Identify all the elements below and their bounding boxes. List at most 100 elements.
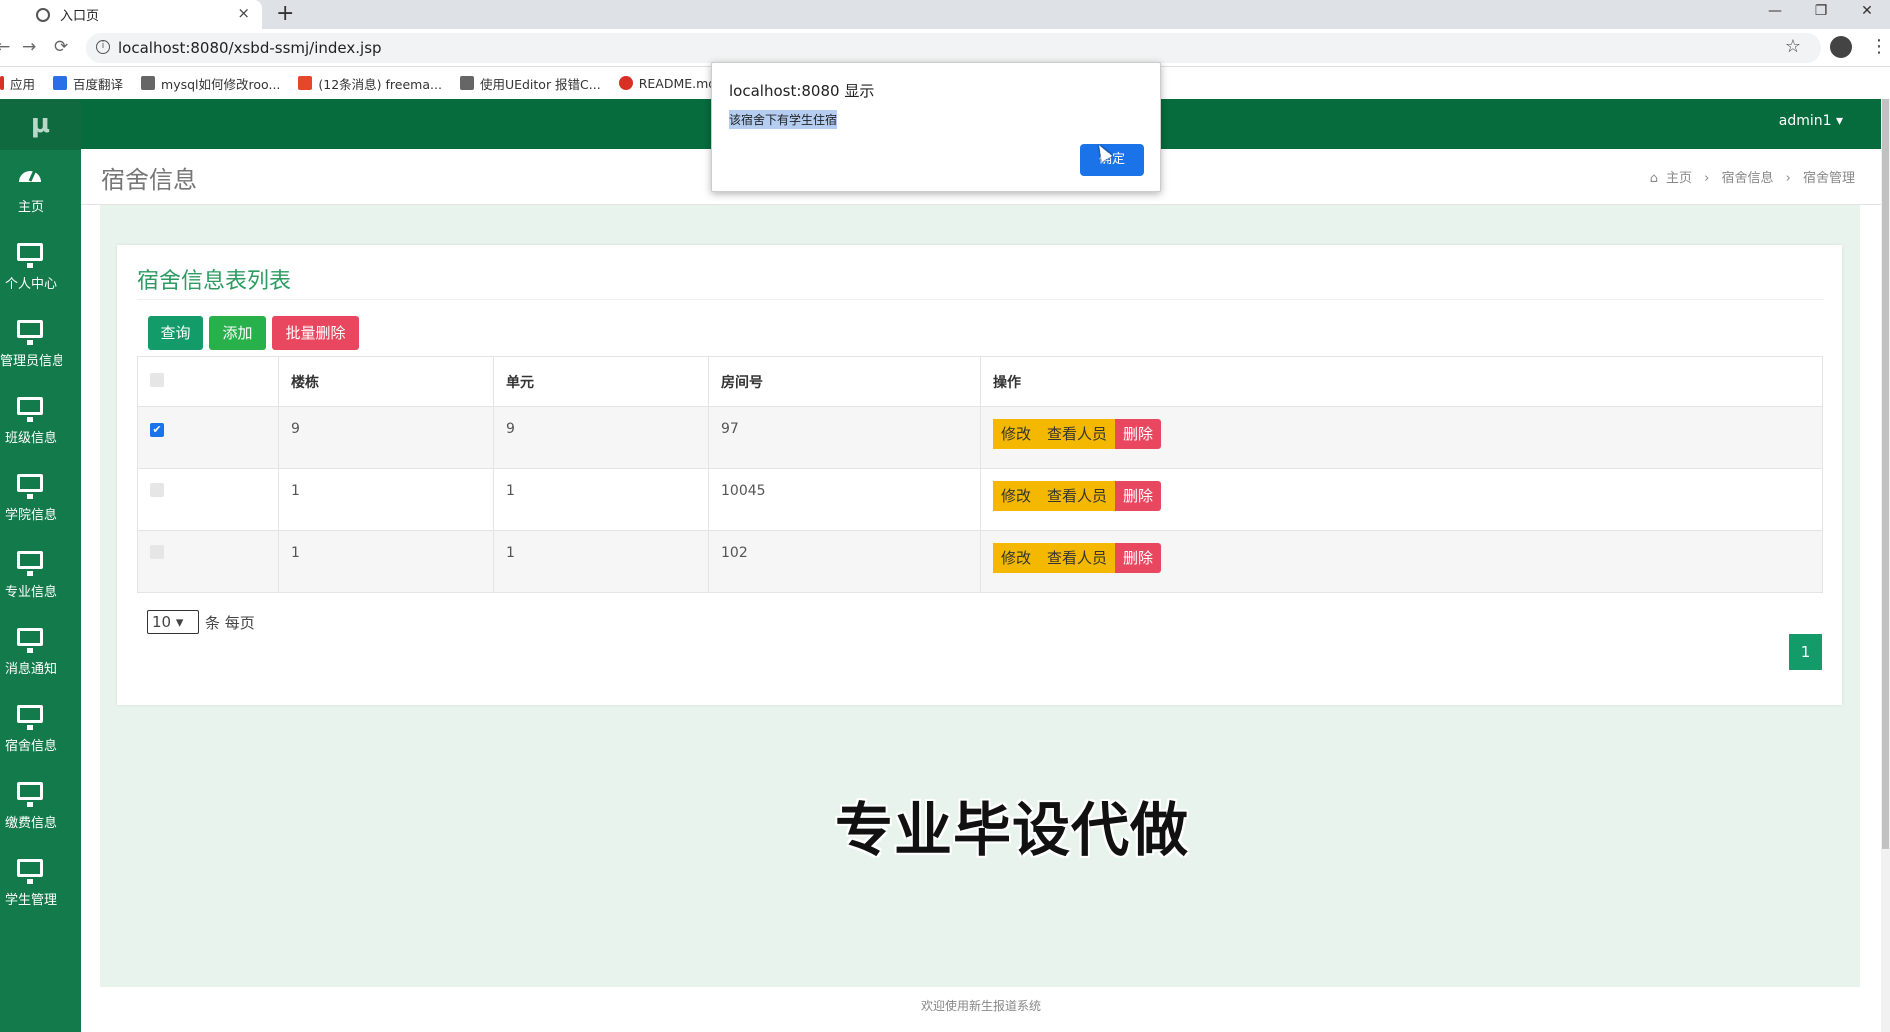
room-cell: 102	[708, 530, 981, 593]
logo[interactable]: μ	[0, 99, 81, 150]
row-checkbox[interactable]	[150, 545, 164, 559]
sidebar-item-profile[interactable]: 个人中心	[0, 227, 81, 304]
site-info-icon[interactable]: i	[96, 40, 110, 54]
sidebar-item-label: 学院信息	[4, 508, 57, 523]
page-size-control: 10 ▾ 条 每页	[147, 610, 255, 634]
bookmark-ueditor[interactable]: 使用UEditor 报错C...	[459, 74, 601, 93]
breadcrumb-dorm-info[interactable]: 宿舍信息	[1721, 171, 1773, 186]
dialog-ok-button[interactable]: 确定	[1080, 144, 1144, 176]
row-checkbox[interactable]	[150, 483, 164, 497]
bookmark-readme[interactable]: README.md ·	[618, 76, 724, 91]
bookmark-star-icon[interactable]: ☆	[1785, 36, 1801, 57]
sidebar-item-notices[interactable]: 消息通知	[0, 612, 81, 689]
delete-button[interactable]: 删除	[1115, 543, 1162, 573]
sidebar-item-label: 班级信息	[4, 431, 57, 446]
breadcrumb-dorm-manage: 宿舍管理	[1802, 171, 1855, 186]
sidebar-item-colleges[interactable]: 学院信息	[0, 458, 81, 535]
browser-tab[interactable]: 入口页 ×	[0, 0, 262, 29]
row-actions: 修改 查看人员 删除	[993, 543, 1822, 573]
page-size-select[interactable]: 10 ▾	[147, 610, 199, 634]
sidebar-item-label: 学生管理	[4, 893, 57, 908]
url-text[interactable]: localhost:8080/xsbd-ssmj/index.jsp	[118, 39, 382, 57]
bookmark-apps[interactable]: 应用	[0, 74, 35, 93]
add-button[interactable]: 添加	[209, 316, 266, 350]
monitor-icon	[17, 397, 43, 422]
column-header: 单元	[493, 356, 709, 407]
sidebar-item-fees[interactable]: 缴费信息	[0, 766, 81, 843]
monitor-icon	[17, 705, 43, 730]
forward-icon[interactable]: →	[22, 37, 36, 57]
delete-button[interactable]: 删除	[1115, 419, 1162, 449]
query-button[interactable]: 查询	[148, 316, 203, 350]
profile-avatar-icon[interactable]	[1830, 36, 1852, 58]
breadcrumb: ⌂ 主页 › 宿舍信息 › 宿舍管理	[1646, 167, 1859, 186]
bookmark-csdn[interactable]: (12条消息) freema...	[298, 74, 442, 93]
sidebar-item-dorms[interactable]: 宿舍信息	[0, 689, 81, 766]
building-cell: 1	[278, 530, 494, 593]
edit-button[interactable]: 修改	[993, 481, 1040, 511]
tab-title: 入口页	[60, 9, 100, 24]
csdn-icon	[298, 76, 313, 90]
new-tab-icon[interactable]: +	[276, 1, 294, 26]
monitor-icon	[17, 782, 43, 807]
view-residents-button[interactable]: 查看人员	[1039, 481, 1116, 511]
bookmark-mysql[interactable]: mysql如何修改roo...	[141, 74, 280, 93]
sidebar-item-label: 专业信息	[4, 585, 57, 600]
sidebar-item-students[interactable]: 学生管理	[0, 843, 81, 920]
minimize-icon[interactable]: —	[1752, 0, 1798, 29]
translate-icon	[53, 76, 68, 90]
bookmark-baidu-translate[interactable]: 百度翻译	[53, 74, 123, 93]
sidebar-item-home[interactable]: 主页	[0, 150, 81, 227]
sidebar-item-label: 消息通知	[4, 662, 57, 677]
url-input[interactable]: i localhost:8080/xsbd-ssmj/index.jsp ☆	[86, 33, 1821, 63]
dialog-title: localhost:8080 显示	[729, 82, 875, 100]
close-tab-icon[interactable]: ×	[237, 4, 250, 22]
scrollbar[interactable]	[1881, 99, 1890, 1032]
column-header: 操作	[980, 356, 1823, 407]
sidebar-item-majors[interactable]: 专业信息	[0, 535, 81, 612]
edit-button[interactable]: 修改	[993, 543, 1040, 573]
view-residents-button[interactable]: 查看人员	[1039, 543, 1116, 573]
table-row: 1 1 10045 修改 查看人员 删除	[137, 468, 1823, 531]
card-title: 宿舍信息表列表	[137, 269, 292, 294]
column-header: 楼栋	[278, 356, 494, 407]
view-residents-button[interactable]: 查看人员	[1039, 419, 1116, 449]
dashboard-icon	[19, 169, 41, 182]
apps-icon	[0, 76, 4, 90]
alert-dialog: localhost:8080 显示 该宿舍下有学生住宿 确定	[711, 62, 1161, 192]
monitor-icon	[17, 474, 43, 499]
user-menu[interactable]: admin1 ▾	[1779, 113, 1843, 129]
batch-delete-button[interactable]: 批量删除	[272, 316, 359, 350]
breadcrumb-separator: ›	[1785, 171, 1791, 186]
column-header: 房间号	[708, 356, 981, 407]
browser-tab-bar: 译 入口页 × + — ❐ ✕	[0, 0, 1890, 29]
back-icon[interactable]: ←	[0, 37, 10, 57]
reload-icon[interactable]: ⟳	[54, 37, 68, 57]
table-row: 1 1 102 修改 查看人员 删除	[137, 530, 1823, 593]
window-controls: — ❐ ✕	[1752, 0, 1890, 29]
delete-button[interactable]: 删除	[1115, 481, 1162, 511]
menu-kebab-icon[interactable]: ⋮	[1870, 36, 1888, 57]
page-title: 宿舍信息	[101, 166, 197, 194]
scrollbar-thumb[interactable]	[1882, 99, 1889, 849]
globe-icon	[36, 7, 50, 22]
sidebar-item-admins[interactable]: 管理员信息	[0, 304, 81, 381]
close-window-icon[interactable]: ✕	[1844, 0, 1890, 29]
table-header-row: 楼栋 单元 房间号 操作	[137, 356, 1823, 407]
watermark-text: 专业毕设代做	[835, 796, 1190, 864]
unit-cell: 1	[493, 530, 709, 593]
pagination-page-1[interactable]: 1	[1789, 634, 1822, 670]
dorm-table: 楼栋 单元 房间号 操作 ✔ 9 9 97 修改 查看人员 删除 1 1 100…	[137, 356, 1823, 593]
sidebar-item-classes[interactable]: 班级信息	[0, 381, 81, 458]
unit-cell: 9	[493, 406, 709, 469]
monitor-icon	[17, 320, 43, 345]
sidebar-item-label: 宿舍信息	[4, 739, 57, 754]
edit-button[interactable]: 修改	[993, 419, 1040, 449]
restore-icon[interactable]: ❐	[1798, 0, 1844, 29]
home-icon: ⌂	[1649, 171, 1658, 186]
breadcrumb-separator: ›	[1704, 171, 1710, 186]
row-checkbox[interactable]: ✔	[150, 423, 164, 437]
select-all-checkbox[interactable]	[150, 372, 164, 387]
monitor-icon	[17, 859, 43, 884]
breadcrumb-home[interactable]: 主页	[1666, 171, 1692, 186]
